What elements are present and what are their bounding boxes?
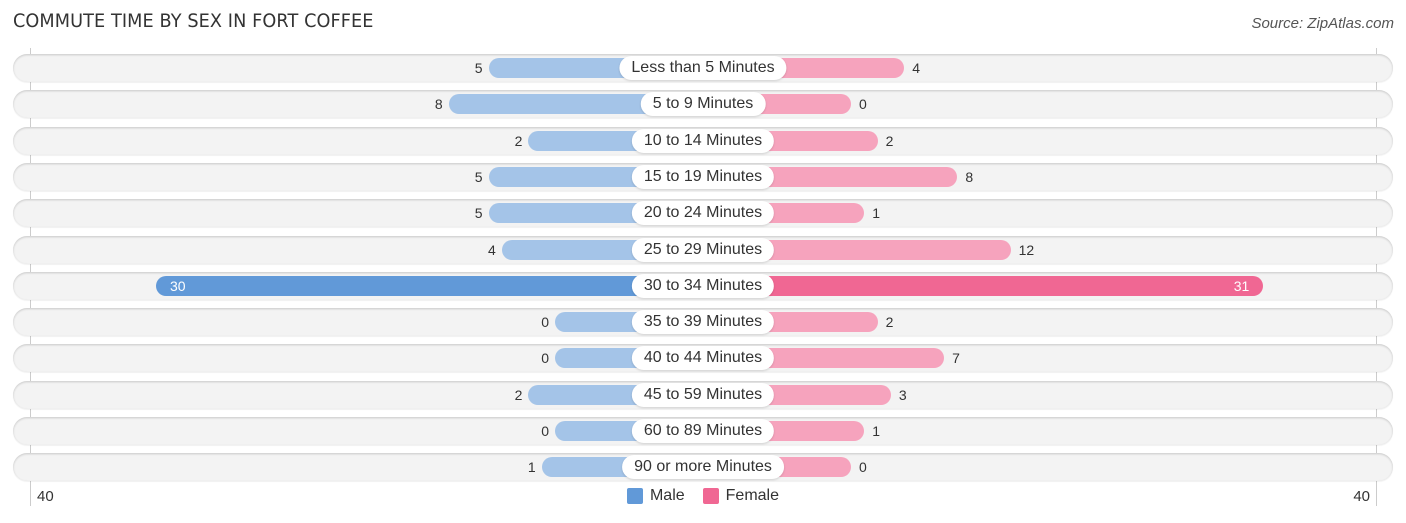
value-label-female: 1 bbox=[872, 423, 881, 439]
value-label-female: 2 bbox=[885, 132, 894, 149]
value-label-female: 4 bbox=[912, 60, 920, 76]
category-label: Less than 5 Minutes bbox=[619, 56, 787, 80]
value-label-female: 0 bbox=[859, 459, 867, 476]
legend: Male Female bbox=[0, 487, 1406, 505]
value-label-male: 5 bbox=[474, 60, 483, 76]
value-label-male: 5 bbox=[474, 168, 483, 185]
category-label: 60 to 89 Minutes bbox=[631, 419, 775, 443]
category-label: 90 or more Minutes bbox=[622, 455, 784, 480]
value-label-male: 0 bbox=[541, 314, 549, 331]
bar-male bbox=[156, 275, 703, 296]
legend-item-male: Male bbox=[626, 487, 685, 505]
value-label-male: 1 bbox=[527, 459, 536, 476]
category-label: 10 to 14 Minutes bbox=[631, 128, 775, 153]
category-label: 25 to 29 Minutes bbox=[631, 237, 775, 262]
value-label-male: 0 bbox=[541, 350, 549, 367]
category-label: 40 to 44 Minutes bbox=[631, 346, 775, 371]
source-label: Source: ZipAtlas.com bbox=[1251, 15, 1394, 32]
category-label: 45 to 59 Minutes bbox=[631, 382, 775, 407]
value-label-male: 2 bbox=[514, 386, 523, 403]
bar-female bbox=[703, 275, 1264, 296]
value-label-female: 7 bbox=[952, 350, 960, 367]
value-label-male: 30 bbox=[170, 277, 186, 294]
category-label: 35 to 39 Minutes bbox=[631, 310, 775, 335]
value-label-female: 31 bbox=[1233, 277, 1250, 294]
chart-title: COMMUTE TIME BY SEX IN FORT COFFEE bbox=[13, 10, 374, 32]
value-label-female: 8 bbox=[965, 168, 974, 185]
category-label: 30 to 34 Minutes bbox=[631, 273, 775, 298]
legend-swatch-female bbox=[702, 488, 719, 504]
value-label-female: 3 bbox=[898, 386, 907, 403]
value-label-female: 2 bbox=[885, 314, 894, 331]
value-label-male: 5 bbox=[474, 205, 483, 222]
category-label: 15 to 19 Minutes bbox=[631, 164, 775, 189]
category-label: 20 to 24 Minutes bbox=[631, 201, 775, 226]
value-label-female: 0 bbox=[859, 96, 867, 113]
value-label-male: 8 bbox=[434, 96, 443, 113]
legend-item-female: Female bbox=[702, 487, 780, 505]
legend-swatch-male bbox=[626, 488, 643, 504]
legend-label-male: Male bbox=[649, 487, 685, 504]
value-label-female: 1 bbox=[872, 205, 881, 222]
value-label-male: 2 bbox=[514, 132, 523, 149]
category-label: 5 to 9 Minutes bbox=[640, 92, 766, 117]
value-label-female: 12 bbox=[1018, 241, 1035, 258]
value-label-male: 0 bbox=[541, 423, 549, 439]
value-label-male: 4 bbox=[488, 241, 496, 258]
legend-label-female: Female bbox=[725, 487, 780, 504]
